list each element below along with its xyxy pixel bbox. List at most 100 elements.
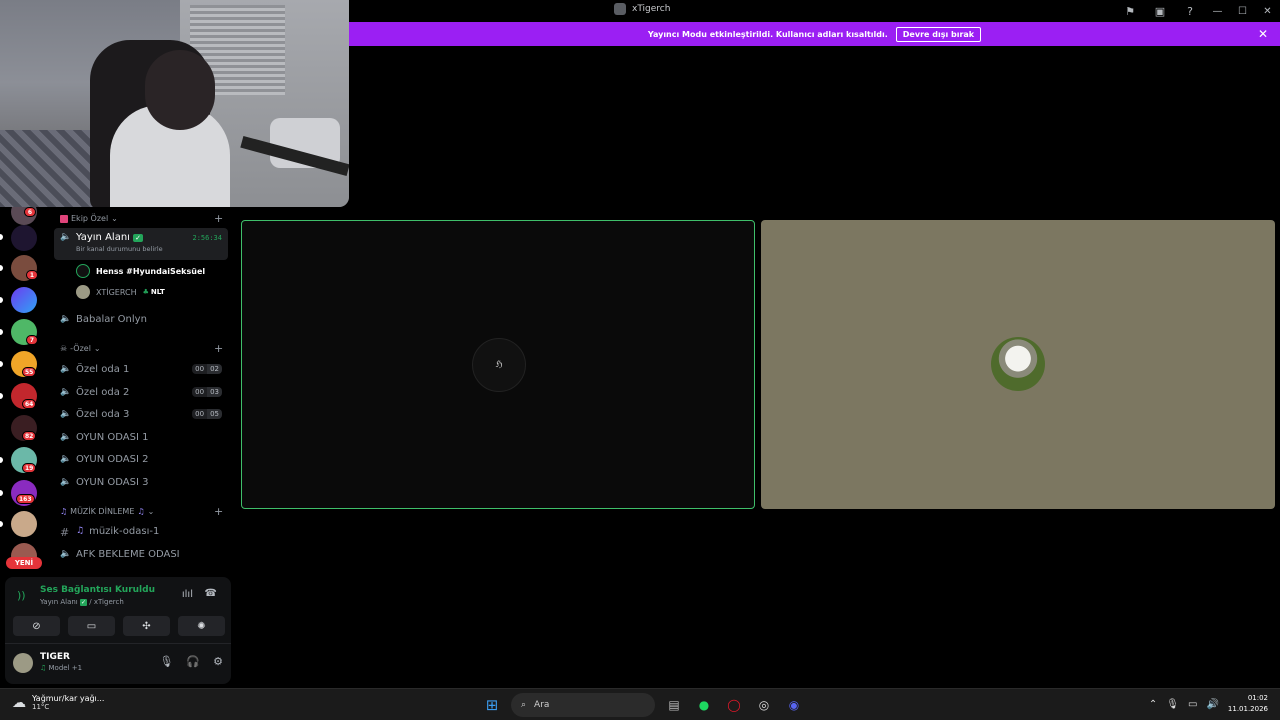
server-avatar[interactable]: [11, 225, 37, 251]
avatar[interactable]: [13, 653, 33, 673]
maximize-button[interactable]: ☐: [1230, 0, 1255, 22]
soundboard-button[interactable]: ✺: [178, 616, 225, 636]
speaker-icon: 🔈: [60, 232, 72, 242]
voice-channel[interactable]: 🔈 Özel oda 2 00 03: [54, 382, 228, 402]
speaker-icon: 🔈: [60, 549, 72, 559]
minimize-button[interactable]: —: [1205, 0, 1230, 22]
weather-temp: 11°C: [32, 703, 50, 711]
counter-current: 00: [192, 387, 208, 397]
voice-channel-path[interactable]: Yayın Alanı ✓ / xTigerch: [40, 598, 124, 606]
leaf-icon: ♣: [142, 288, 149, 296]
checkmark-icon: ✓: [133, 234, 143, 242]
volume-icon[interactable]: 🔊: [1206, 699, 1218, 710]
help-icon[interactable]: ?: [1175, 0, 1205, 22]
close-window-button[interactable]: ✕: [1255, 0, 1280, 22]
channel-list: Ekip Özel ⌄ + 🔈 Yayın Alanı ✓ Bir kanal …: [48, 207, 235, 577]
counter-limit: 02: [207, 364, 222, 374]
video-tile-henss[interactable]: ℌ: [241, 220, 755, 509]
voice-channel[interactable]: 🔈 OYUN ODASI 1: [54, 427, 228, 447]
window-title-text: xTigerch: [632, 4, 671, 14]
search-placeholder: Ara: [534, 700, 550, 710]
channel-name: Babalar Onlyn: [76, 313, 147, 325]
category-muzik[interactable]: ♫ MÜZİK DİNLEME ♫ ⌄ +: [60, 505, 223, 518]
task-view-icon[interactable]: ▤: [663, 694, 685, 716]
new-servers-label[interactable]: YENİ: [6, 557, 42, 569]
voice-channel[interactable]: 🔈 Babalar Onlyn: [54, 309, 228, 329]
microphone-icon[interactable]: 🎙: [159, 655, 173, 668]
unread-pill: [0, 457, 3, 463]
inbox-icon[interactable]: ▣: [1145, 0, 1175, 22]
voice-channel-yayin-alani[interactable]: 🔈 Yayın Alanı ✓ Bir kanal durumunu belir…: [54, 228, 228, 260]
voice-channel[interactable]: 🔈 AFK BEKLEME ODASI: [54, 544, 228, 564]
weather-title: Yağmur/kar yağı...: [32, 694, 105, 703]
unread-pill: [0, 265, 3, 271]
clock-date: 11.01.2026: [1227, 705, 1268, 713]
taskbar-apps: ⊞ ⌕ Ara ▤ ● ◯ ◎ ◉: [481, 693, 805, 717]
clock[interactable]: 01:02 11.01.2026: [1228, 693, 1268, 715]
clan-tag-text: NLT: [150, 288, 165, 296]
weather-widget[interactable]: ☁ Yağmur/kar yağı... 11°C: [12, 694, 104, 711]
user-name[interactable]: TIGER: [40, 652, 70, 662]
voice-user[interactable]: XTİGERCH ♣ NLT: [76, 282, 165, 302]
streamer-mode-banner: Yayıncı Modu etkinleştirildi. Kullanıcı …: [349, 22, 1280, 46]
screen-share-button[interactable]: ▭: [68, 616, 115, 636]
voice-status[interactable]: Ses Bağlantısı Kuruldu: [40, 585, 155, 595]
disconnect-icon[interactable]: ☎: [205, 588, 217, 599]
discord-icon[interactable]: ◉: [783, 694, 805, 716]
disable-streamer-mode-button[interactable]: Devre dışı bırak: [895, 26, 982, 42]
category-ozel[interactable]: ☠ -Özel ⌄ +: [60, 342, 223, 355]
mention-badge: 163: [16, 494, 35, 504]
camera-off-button[interactable]: ⊘: [13, 616, 60, 636]
voice-channel[interactable]: 🔈 Özel oda 1 00 02: [54, 359, 228, 379]
flag-icon[interactable]: ⚑: [1115, 0, 1145, 22]
mention-badge: 1: [26, 270, 38, 280]
voice-channel[interactable]: 🔈 Özel oda 3 00 05: [54, 404, 228, 424]
voice-channel[interactable]: 🔈 OYUN ODASI 2: [54, 449, 228, 469]
add-channel-icon[interactable]: +: [214, 505, 223, 518]
speaker-icon: 🔈: [60, 364, 72, 374]
activities-button[interactable]: ✣: [123, 616, 170, 636]
server-avatar[interactable]: [11, 511, 37, 537]
channel-name: Yayın Alanı: [76, 232, 130, 243]
gear-icon[interactable]: ⚙: [213, 655, 223, 668]
avatar: [76, 264, 90, 278]
avatar: ℌ: [472, 338, 526, 392]
spotify-icon[interactable]: ●: [693, 694, 715, 716]
video-tile-xtigerch[interactable]: [761, 220, 1275, 509]
server-avatar[interactable]: [11, 287, 37, 313]
mention-badge: 6: [24, 207, 36, 217]
headphones-icon[interactable]: 🎧: [186, 655, 200, 668]
chevron-down-icon: ⌄: [147, 507, 155, 516]
unread-pill: [0, 393, 3, 399]
speaker-icon: 🔈: [60, 454, 72, 464]
text-channel[interactable]: # ♫ müzik-odası-1: [54, 521, 228, 541]
category-ekip-ozel[interactable]: Ekip Özel ⌄ +: [60, 212, 223, 225]
chevron-up-icon[interactable]: ⌃: [1149, 699, 1157, 710]
user-name: Henss #HyundaiSeksüel: [96, 266, 206, 276]
add-channel-icon[interactable]: +: [214, 342, 223, 355]
add-channel-icon[interactable]: +: [214, 212, 223, 225]
speaker-icon: 🔈: [60, 314, 72, 324]
network-icon[interactable]: ▭: [1188, 699, 1197, 710]
taskbar-search[interactable]: ⌕ Ara: [511, 693, 655, 717]
panel-divider: [5, 643, 231, 644]
opera-icon[interactable]: ◯: [723, 694, 745, 716]
voice-channel[interactable]: 🔈 OYUN ODASI 3: [54, 472, 228, 492]
steam-icon[interactable]: ◎: [753, 694, 775, 716]
stream-timer: 2:56:34: [192, 234, 222, 242]
mention-badge: 55: [22, 367, 37, 377]
hashtag-icon: #: [60, 526, 70, 539]
discord-app: xTigerch ⚑ ▣ ? — ☐ ✕ Yayıncı Modu etkinl…: [0, 0, 1280, 688]
music-note-icon: ♫: [40, 664, 47, 672]
channel-name: Özel oda 1: [76, 363, 130, 375]
unread-pill: [0, 329, 3, 335]
noise-suppression-icon[interactable]: ılıl: [182, 589, 193, 600]
voice-channel-name: Yayın Alanı: [40, 598, 78, 606]
voice-user[interactable]: Henss #HyundaiSeksüel: [76, 261, 205, 281]
channel-status[interactable]: Bir kanal durumunu belirle: [76, 245, 163, 253]
banner-close-icon[interactable]: ✕: [1258, 27, 1268, 41]
user-limit-counter: 00 05: [192, 409, 222, 419]
chevron-down-icon: ⌄: [111, 214, 118, 223]
windows-start-icon[interactable]: ⊞: [481, 694, 503, 716]
microphone-icon[interactable]: 🎙: [1166, 699, 1179, 710]
